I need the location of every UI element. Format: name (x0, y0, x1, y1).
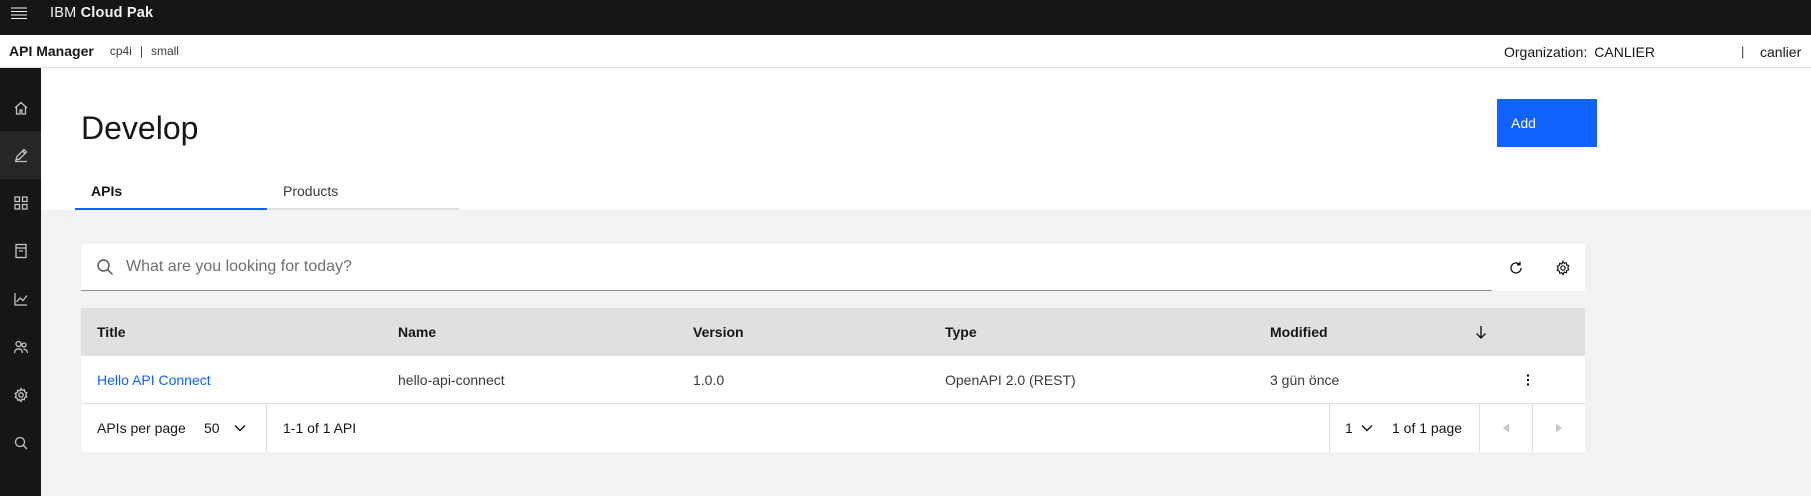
brand-name: Cloud Pak (80, 5, 154, 21)
hamburger-menu-icon[interactable] (1, 0, 36, 31)
pager-divider (266, 404, 267, 452)
items-per-page-select[interactable]: 50 (204, 404, 246, 452)
row-overflow-menu[interactable] (1516, 356, 1540, 404)
grid-icon (13, 196, 28, 210)
caret-right-icon (1555, 423, 1562, 433)
page-total-text: 1 of 1 page (1392, 420, 1463, 436)
nav-manage[interactable] (0, 179, 41, 227)
nav-search[interactable] (0, 419, 41, 467)
app-title[interactable]: API Manager (9, 43, 94, 59)
api-modified: 3 gün önce (1270, 372, 1340, 388)
edit-icon (14, 148, 27, 163)
organization-value: CANLIER (1594, 43, 1655, 60)
api-title-link[interactable]: Hello API Connect (97, 356, 211, 404)
items-per-page-label: APIs per page (97, 420, 186, 436)
refresh-icon (1509, 261, 1522, 274)
previous-page-button[interactable] (1479, 404, 1532, 452)
nav-home[interactable] (0, 84, 41, 132)
api-type: OpenAPI 2.0 (REST) (945, 372, 1076, 388)
refresh-button[interactable] (1492, 244, 1539, 291)
catalog-icon (14, 243, 27, 259)
users-icon (13, 340, 28, 354)
breadcrumb-item-cp4i: cp4i (109, 44, 132, 58)
nav-develop[interactable] (0, 131, 41, 179)
settings-icon (1556, 259, 1569, 276)
pagination: APIs per page 50 1-1 of 1 API 1 1 of 1 p… (81, 404, 1585, 452)
page-title: Develop (81, 110, 199, 146)
settings-icon (13, 387, 28, 403)
caret-left-icon (1502, 423, 1509, 433)
column-header-modified[interactable]: Modified (1270, 308, 1328, 356)
organization-selector[interactable]: Organization: CANLIER (1504, 35, 1655, 68)
breadcrumb: cp4i | small (110, 44, 179, 58)
sort-button[interactable] (1473, 308, 1489, 356)
breadcrumb-item-small: small (150, 44, 179, 58)
table-toolbar (81, 244, 1585, 291)
search-icon (14, 436, 27, 450)
table-row[interactable]: Hello API Connect hello-api-connect 1.0.… (81, 356, 1585, 404)
page-header: Develop Add APIs Products (41, 68, 1811, 210)
column-header-name[interactable]: Name (398, 308, 436, 356)
overflow-menu-icon (1526, 374, 1530, 386)
tab-products[interactable]: Products (267, 173, 459, 210)
tab-list: APIs Products (75, 173, 459, 210)
column-header-version[interactable]: Version (693, 308, 744, 356)
page-select[interactable]: 1 (1345, 404, 1373, 452)
items-per-page-value: 50 (204, 420, 220, 436)
user-menu[interactable]: canlier (1760, 35, 1801, 68)
pager-divider (1329, 404, 1330, 452)
top-bar: IBM Cloud Pak (0, 0, 1811, 35)
tab-apis[interactable]: APIs (75, 173, 267, 210)
search-field (81, 244, 1492, 291)
api-name: hello-api-connect (398, 372, 505, 388)
app-header: API Manager cp4i | small Organization: C… (0, 35, 1811, 68)
table-area: Title Name Version Type Modified Hello A… (41, 210, 1811, 496)
organization-label: Organization: (1504, 43, 1588, 60)
brand-logo[interactable]: IBM Cloud Pak (50, 5, 153, 21)
analytics-icon (13, 293, 28, 306)
nav-catalog[interactable] (0, 227, 41, 275)
api-version: 1.0.0 (693, 372, 725, 388)
next-page-button[interactable] (1532, 404, 1585, 452)
table-header: Title Name Version Type Modified (81, 308, 1585, 356)
header-separator: | (1741, 44, 1745, 59)
breadcrumb-separator: | (139, 44, 143, 58)
nav-members[interactable] (0, 323, 41, 371)
apis-table: Title Name Version Type Modified Hello A… (81, 308, 1585, 452)
nav-analytics[interactable] (0, 275, 41, 323)
home-icon (14, 101, 27, 115)
column-header-type[interactable]: Type (945, 308, 977, 356)
table-settings-button[interactable] (1539, 244, 1586, 291)
search-input[interactable] (126, 258, 1426, 276)
search-icon (97, 259, 113, 275)
column-header-title[interactable]: Title (97, 308, 126, 356)
add-button[interactable]: Add (1497, 99, 1597, 147)
item-range-text: 1-1 of 1 API (283, 420, 357, 436)
chevron-down-icon (234, 425, 246, 432)
page-select-value: 1 (1345, 420, 1353, 436)
arrow-down-icon (1476, 326, 1486, 339)
nav-settings[interactable] (0, 371, 41, 419)
side-nav (0, 68, 41, 496)
brand-prefix: IBM (50, 5, 77, 21)
chevron-down-icon (1361, 425, 1373, 432)
